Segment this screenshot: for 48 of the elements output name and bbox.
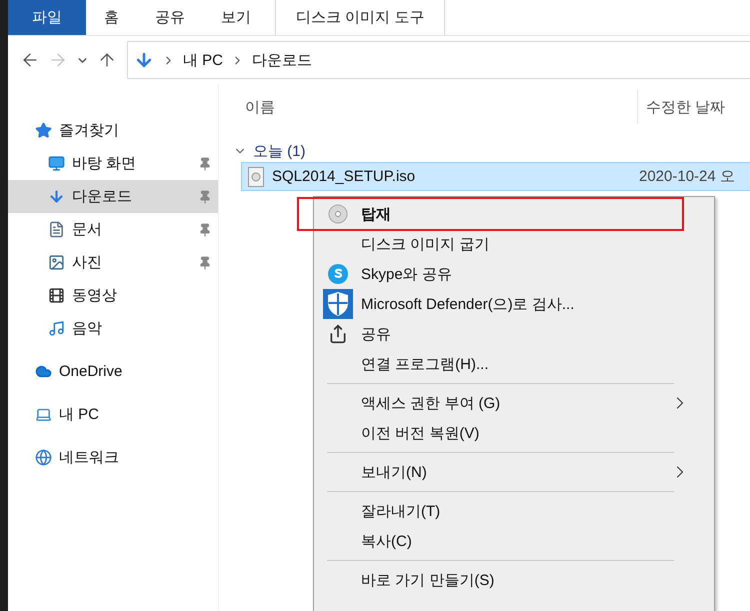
menu-item[interactable]: Microsoft Defender(으)로 검사... bbox=[314, 289, 714, 319]
star-icon bbox=[35, 122, 52, 139]
disc-file-icon bbox=[248, 166, 264, 186]
globe-icon bbox=[35, 449, 52, 466]
sidebar-item[interactable]: 음악 bbox=[8, 312, 218, 345]
sidebar-item[interactable]: OneDrive bbox=[8, 355, 218, 388]
menu-item[interactable]: 액세스 권한 부여 (G) bbox=[314, 388, 714, 418]
file-row[interactable]: SQL2014_SETUP.iso 2020-10-24 오 bbox=[241, 162, 750, 191]
sidebar-item[interactable]: 동영상 bbox=[8, 279, 218, 312]
menu-item[interactable]: Skype와 공유 bbox=[314, 259, 714, 289]
menu-item[interactable]: 바로 가기 만들기(S) bbox=[314, 565, 714, 595]
ribbon-tab[interactable]: 디스크 이미지 도구 bbox=[275, 0, 446, 35]
menu-item[interactable]: 디스크 이미지 굽기 bbox=[314, 229, 714, 259]
menu-item[interactable]: 잘라내기(T) bbox=[314, 496, 714, 526]
sidebar-item[interactable]: 다운로드 bbox=[8, 180, 218, 213]
column-header[interactable]: 이름 bbox=[245, 98, 637, 116]
laptop-icon bbox=[35, 406, 52, 423]
file-name: SQL2014_SETUP.iso bbox=[272, 168, 416, 185]
breadcrumb[interactable]: 내 PC bbox=[183, 50, 224, 70]
document-icon bbox=[48, 221, 65, 238]
sidebar-item[interactable]: 내 PC bbox=[8, 398, 218, 431]
music-note-icon bbox=[48, 320, 65, 337]
sidebar-item[interactable]: 네트워크 bbox=[8, 441, 218, 474]
skype-icon bbox=[326, 263, 348, 285]
menu-item[interactable]: 보내기(N) bbox=[314, 457, 714, 487]
share-icon bbox=[328, 324, 348, 344]
menu-item[interactable]: 탑재 bbox=[314, 199, 714, 229]
group-header[interactable]: 오늘 (1) bbox=[253, 142, 306, 160]
file-date: 2020-10-24 오 bbox=[639, 167, 735, 186]
menu-item[interactable]: 연결 프로그램(H)... bbox=[314, 349, 714, 379]
breadcrumb[interactable]: 다운로드 bbox=[252, 50, 312, 70]
cloud-icon bbox=[35, 363, 52, 380]
menu-item[interactable]: 공유 bbox=[314, 319, 714, 349]
sidebar-item[interactable]: 사진 bbox=[8, 246, 218, 279]
column-header[interactable]: 수정한 날짜 bbox=[637, 90, 750, 124]
menu-item[interactable]: 복사(C) bbox=[314, 526, 714, 556]
picture-icon bbox=[48, 254, 65, 271]
menu-item[interactable]: 이전 버전 복원(V) bbox=[314, 418, 714, 448]
sidebar-item[interactable]: 즐겨찾기 bbox=[8, 114, 218, 147]
monitor-icon bbox=[48, 155, 65, 172]
down-arrow-icon bbox=[48, 188, 65, 205]
address-bar[interactable]: 내 PC 다운로드 bbox=[127, 41, 750, 79]
disc-icon bbox=[328, 204, 348, 224]
ribbon-tab[interactable]: 파일 bbox=[8, 0, 86, 35]
sidebar-item[interactable]: 바탕 화면 bbox=[8, 147, 218, 180]
sidebar-item[interactable]: 문서 bbox=[8, 213, 218, 246]
film-icon bbox=[48, 287, 65, 304]
shield-icon bbox=[322, 289, 352, 319]
